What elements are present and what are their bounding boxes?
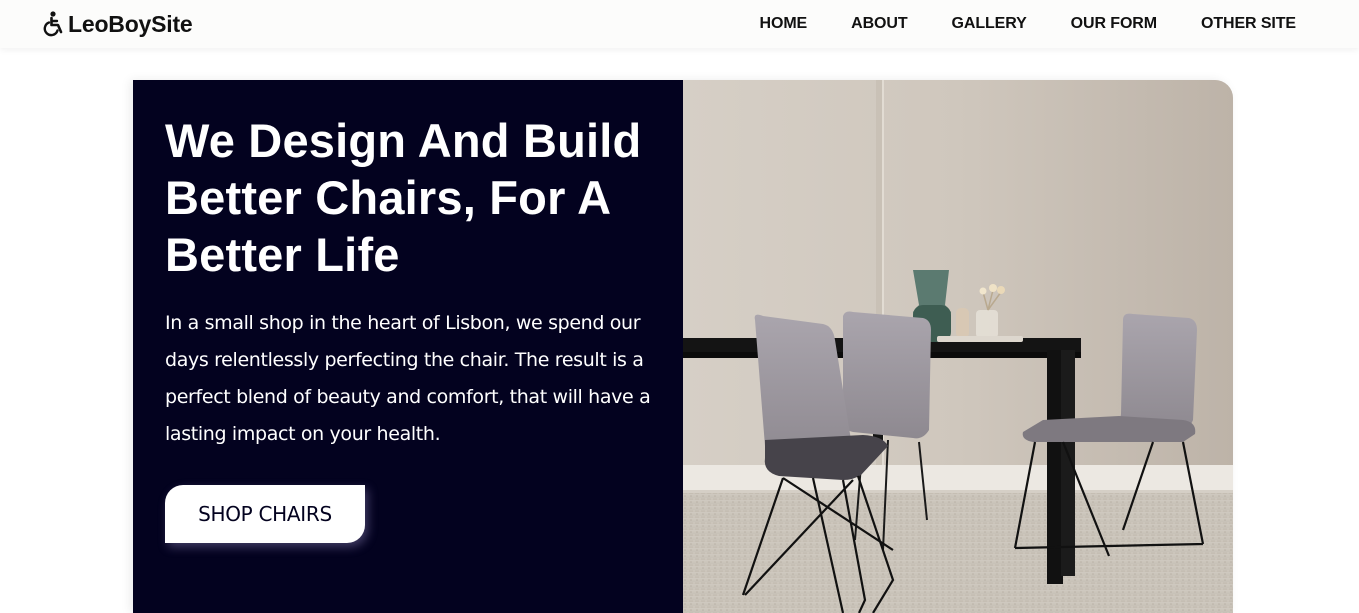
nav-about[interactable]: ABOUT <box>851 15 907 33</box>
hero-section: We Design And Build Better Chairs, For A… <box>133 80 1233 613</box>
wheelchair-icon <box>42 9 66 39</box>
hero-title: We Design And Build Better Chairs, For A… <box>165 114 642 281</box>
nav-other-site[interactable]: OTHER SITE <box>1201 15 1296 33</box>
main-nav: HOME ABOUT GALLERY OUR FORM OTHER SITE <box>716 0 1297 48</box>
shop-chairs-button[interactable]: SHOP CHAIRS <box>165 485 365 543</box>
nav-home[interactable]: HOME <box>760 15 808 33</box>
brand-logo-link[interactable]: LeoBoySite <box>42 9 193 39</box>
hero-text-panel: We Design And Build Better Chairs, For A… <box>133 80 683 613</box>
dining-room-chairs-image <box>683 80 1233 613</box>
nav-gallery[interactable]: GALLERY <box>952 15 1027 33</box>
brand-name: LeoBoySite <box>68 10 193 37</box>
hero-description: In a small shop in the heart of Lisbon, … <box>165 312 651 445</box>
navbar: LeoBoySite HOME ABOUT GALLERY OUR FORM O… <box>0 0 1359 48</box>
nav-our-form[interactable]: OUR FORM <box>1071 15 1157 33</box>
